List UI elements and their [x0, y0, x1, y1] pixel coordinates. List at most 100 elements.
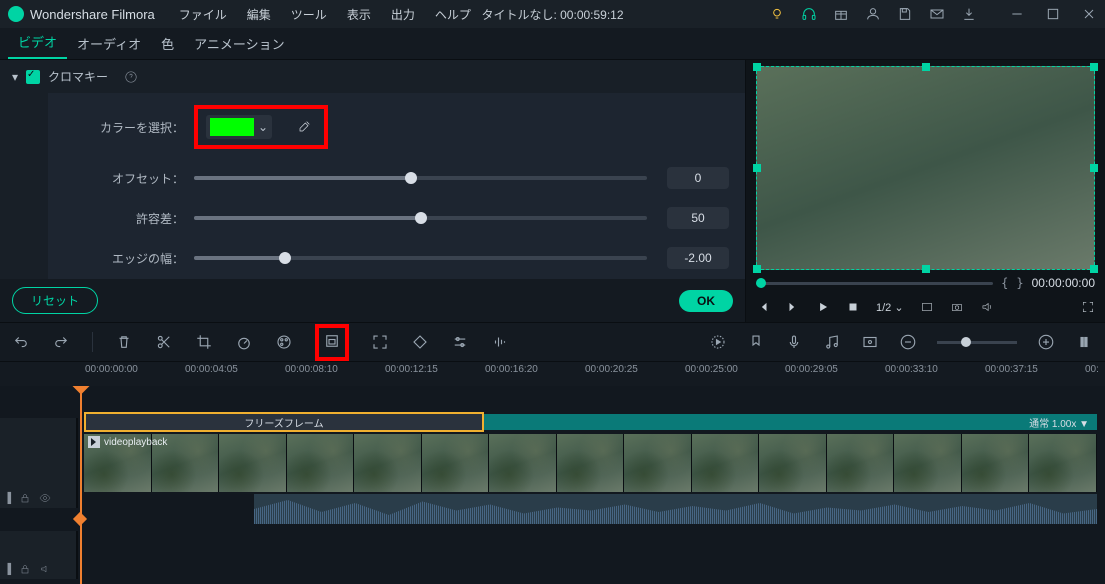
- chroma-title: クロマキー: [48, 68, 108, 85]
- tab-audio[interactable]: オーディオ: [67, 28, 151, 59]
- playhead[interactable]: [80, 386, 82, 584]
- tolerance-value[interactable]: 50: [667, 207, 729, 229]
- preview-video[interactable]: [756, 66, 1095, 270]
- save-icon[interactable]: [897, 6, 913, 22]
- audio-adjust-button[interactable]: [491, 333, 509, 351]
- video-track-head: ▐: [0, 418, 78, 508]
- audio-track-head: ▐: [0, 531, 78, 579]
- adjust-button[interactable]: [451, 333, 469, 351]
- mixer-button[interactable]: [861, 333, 879, 351]
- edge-slider[interactable]: [194, 256, 647, 260]
- lightbulb-icon[interactable]: [769, 6, 785, 22]
- effect-tabs: ビデオ オーディオ 色 アニメーション: [0, 28, 1105, 60]
- ok-button[interactable]: OK: [679, 290, 733, 312]
- volume-button[interactable]: [980, 300, 994, 314]
- lock-icon[interactable]: [19, 563, 31, 575]
- voiceover-button[interactable]: [785, 333, 803, 351]
- zoom-slider[interactable]: [937, 341, 1017, 344]
- stop-button[interactable]: [846, 300, 860, 314]
- keyframe-button[interactable]: [411, 333, 429, 351]
- snapshot-button[interactable]: [950, 300, 964, 314]
- greenscreen-highlight-annotation: [315, 324, 349, 361]
- chroma-body: カラーを選択： ⌄ オフセット： 0 許容差：: [48, 93, 745, 299]
- eye-icon[interactable]: [39, 492, 51, 504]
- edge-label: エッジの幅：: [64, 250, 194, 267]
- color-swatch: [210, 118, 254, 136]
- effect-panel: ▾ クロマキー カラーを選択： ⌄ オフセット：: [0, 60, 745, 322]
- color-button[interactable]: [275, 333, 293, 351]
- reset-button[interactable]: リセット: [12, 287, 98, 314]
- chevron-down-icon: ⌄: [258, 120, 268, 134]
- offset-value[interactable]: 0: [667, 167, 729, 189]
- freeze-frame-bar[interactable]: フリーズフレーム: [84, 412, 484, 432]
- speaker-icon[interactable]: [39, 563, 51, 575]
- speed-button[interactable]: [235, 333, 253, 351]
- chroma-checkbox[interactable]: [26, 70, 40, 84]
- speed-bar[interactable]: 通常 1.00x ▼: [484, 414, 1097, 430]
- title-bar: Wondershare Filmora ファイル 編集 ツール 表示 出力 ヘル…: [0, 0, 1105, 28]
- play-button[interactable]: [816, 300, 830, 314]
- menu-tool[interactable]: ツール: [291, 6, 327, 23]
- tab-video[interactable]: ビデオ: [8, 26, 67, 59]
- preview-ratio[interactable]: 1/2 ⌄: [876, 301, 904, 314]
- maximize-icon[interactable]: [1045, 6, 1061, 22]
- tab-animation[interactable]: アニメーション: [184, 28, 294, 59]
- crop-button[interactable]: [195, 333, 213, 351]
- preview-seek: { } 00:00:00:00: [746, 270, 1105, 296]
- cut-button[interactable]: [155, 333, 173, 351]
- preview-timecode: 00:00:00:00: [1032, 276, 1095, 290]
- offset-slider[interactable]: [194, 176, 647, 180]
- mark-out-icon[interactable]: }: [1016, 276, 1023, 290]
- redo-button[interactable]: [52, 333, 70, 351]
- menu-view[interactable]: 表示: [347, 6, 371, 23]
- clip-label: videoplayback: [88, 436, 167, 448]
- music-button[interactable]: [823, 333, 841, 351]
- app-logo-icon: [8, 6, 24, 22]
- main-area: ▾ クロマキー カラーを選択： ⌄ オフセット：: [0, 60, 1105, 322]
- close-icon[interactable]: [1081, 6, 1097, 22]
- delete-button[interactable]: [115, 333, 133, 351]
- eyedropper-button[interactable]: [292, 115, 316, 139]
- zoom-out-button[interactable]: [899, 333, 917, 351]
- transport: 1/2 ⌄: [746, 296, 1105, 322]
- expand-button[interactable]: [371, 333, 389, 351]
- fullscreen-button[interactable]: [1081, 300, 1095, 314]
- greenscreen-button[interactable]: [323, 332, 341, 350]
- preview-panel: { } 00:00:00:00 1/2 ⌄: [745, 60, 1105, 322]
- offset-label: オフセット：: [64, 170, 194, 187]
- edge-value[interactable]: -2.00: [667, 247, 729, 269]
- gift-icon[interactable]: [833, 6, 849, 22]
- lock-icon[interactable]: [19, 492, 31, 504]
- view-mode-button[interactable]: [920, 300, 934, 314]
- menu-file[interactable]: ファイル: [179, 6, 227, 23]
- marker-button[interactable]: [747, 333, 765, 351]
- chroma-section-header[interactable]: ▾ クロマキー: [0, 60, 745, 93]
- next-frame-button[interactable]: [786, 300, 800, 314]
- menu-edit[interactable]: 編集: [247, 6, 271, 23]
- headphones-icon[interactable]: [801, 6, 817, 22]
- tolerance-slider[interactable]: [194, 216, 647, 220]
- tab-color[interactable]: 色: [151, 28, 184, 59]
- minimize-icon[interactable]: [1009, 6, 1025, 22]
- expand-icon[interactable]: ▾: [12, 70, 18, 84]
- menu-output[interactable]: 出力: [391, 6, 415, 23]
- mail-icon[interactable]: [929, 6, 945, 22]
- prev-frame-button[interactable]: [756, 300, 770, 314]
- render-button[interactable]: [709, 333, 727, 351]
- preview-seek-bar[interactable]: [756, 282, 993, 285]
- download-icon[interactable]: [961, 6, 977, 22]
- color-highlight-annotation: ⌄: [194, 105, 328, 149]
- video-clip[interactable]: [84, 434, 1097, 492]
- user-icon[interactable]: [865, 6, 881, 22]
- menu-help[interactable]: ヘルプ: [435, 6, 471, 23]
- zoom-in-button[interactable]: [1037, 333, 1055, 351]
- playhead-marker-icon[interactable]: [73, 512, 87, 526]
- mark-in-icon[interactable]: {: [1001, 276, 1008, 290]
- clip-play-icon: [88, 436, 100, 448]
- color-swatch-dropdown[interactable]: ⌄: [206, 115, 272, 139]
- help-icon[interactable]: [124, 70, 138, 84]
- timeline-ruler[interactable]: 00:00:00:00 00:00:04:05 00:00:08:10 00:0…: [0, 362, 1105, 386]
- zoom-fit-button[interactable]: [1075, 333, 1093, 351]
- undo-button[interactable]: [12, 333, 30, 351]
- audio-waveform[interactable]: [254, 494, 1097, 524]
